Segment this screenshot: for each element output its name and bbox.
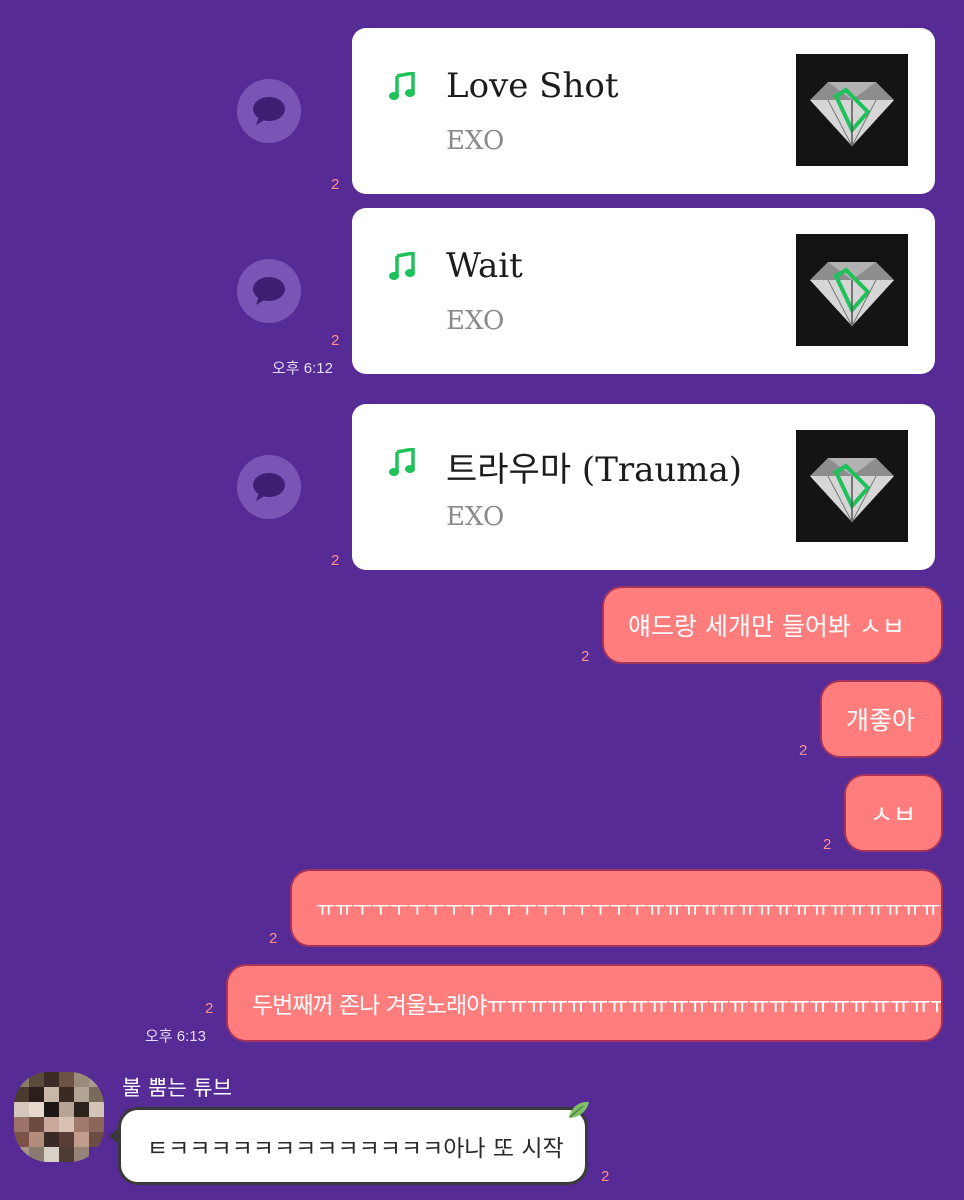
read-count: 2 — [799, 742, 808, 759]
album-art — [796, 54, 908, 166]
outgoing-message[interactable]: 두번째꺼 존나 겨울노래야ㅠㅠㅠㅠㅠㅠㅠㅠㅠㅠㅠㅠㅠㅠㅠㅠㅠㅠㅠㅠㅠㅠㅠ — [226, 964, 943, 1042]
message-text: ㅠㅠㅜㅜㅜㅜㅜㅜㅜㅜㅜㅜㅜㅜㅜㅜㅜㅜㅠㅠㅠㅠㅠㅠㅠㅠㅠㅠㅠㅠㅠㅠㅠㅠㅠㅠㅠ — [316, 897, 943, 921]
share-button[interactable] — [237, 259, 301, 323]
read-count: 2 — [823, 836, 832, 853]
outgoing-message[interactable]: ㅠㅠㅜㅜㅜㅜㅜㅜㅜㅜㅜㅜㅜㅜㅜㅜㅜㅜㅠㅠㅠㅠㅠㅠㅠㅠㅠㅠㅠㅠㅠㅠㅠㅠㅠㅠㅠ — [290, 869, 943, 947]
music-card[interactable]: Wait EXO — [352, 208, 935, 374]
message-text: ㅅㅂ — [870, 800, 917, 829]
music-card[interactable]: Love Shot EXO — [352, 28, 935, 194]
speech-bubble-icon — [253, 97, 285, 125]
message-text: ㅌㅋㅋㅋㅋㅋㅋㅋㅋㅋㅋㅋㅋㅋ아나 또 시작 — [147, 1136, 564, 1162]
speech-bubble-icon — [253, 473, 285, 501]
share-button[interactable] — [237, 79, 301, 143]
artist-name: EXO — [446, 502, 505, 532]
read-count: 2 — [331, 176, 340, 193]
speech-bubble-icon — [253, 277, 285, 305]
artist-name: EXO — [446, 306, 505, 336]
song-title: 트라우마 (Trauma) — [446, 450, 743, 490]
outgoing-message[interactable]: 얘드랑 세개만 들어봐 ㅅㅂ — [602, 586, 943, 664]
message-text: 얘드랑 세개만 들어봐 ㅅㅂ — [628, 612, 905, 641]
music-note-icon — [389, 448, 415, 476]
music-note-icon — [389, 252, 415, 280]
read-count: 2 — [581, 648, 590, 665]
share-button[interactable] — [237, 455, 301, 519]
artist-name: EXO — [446, 126, 505, 156]
timestamp: 오후 6:12 — [272, 360, 333, 377]
bubble-tail — [109, 1126, 121, 1146]
read-count: 2 — [601, 1168, 610, 1185]
leaf-icon — [569, 1101, 589, 1118]
message-text: 두번째꺼 존나 겨울노래야ㅠㅠㅠㅠㅠㅠㅠㅠㅠㅠㅠㅠㅠㅠㅠㅠㅠㅠㅠㅠㅠㅠㅠ — [252, 993, 943, 1019]
avatar[interactable] — [14, 1072, 104, 1162]
read-count: 2 — [331, 332, 340, 349]
outgoing-message[interactable]: 개좋아 — [820, 680, 943, 758]
read-count: 2 — [331, 552, 340, 569]
read-count: 2 — [205, 1000, 214, 1017]
read-count: 2 — [269, 930, 278, 947]
album-art — [796, 430, 908, 542]
album-art — [796, 234, 908, 346]
sender-name: 불 뿜는 튜브 — [122, 1076, 232, 1100]
outgoing-message[interactable]: ㅅㅂ — [844, 774, 943, 852]
music-note-icon — [389, 72, 415, 100]
music-card[interactable]: 트라우마 (Trauma) EXO — [352, 404, 935, 570]
incoming-message[interactable]: ㅌㅋㅋㅋㅋㅋㅋㅋㅋㅋㅋㅋㅋㅋ아나 또 시작 — [109, 1101, 589, 1185]
song-title: Wait — [446, 246, 523, 286]
message-text: 개좋아 — [846, 706, 916, 735]
song-title: Love Shot — [446, 66, 619, 106]
timestamp: 오후 6:13 — [145, 1028, 206, 1045]
